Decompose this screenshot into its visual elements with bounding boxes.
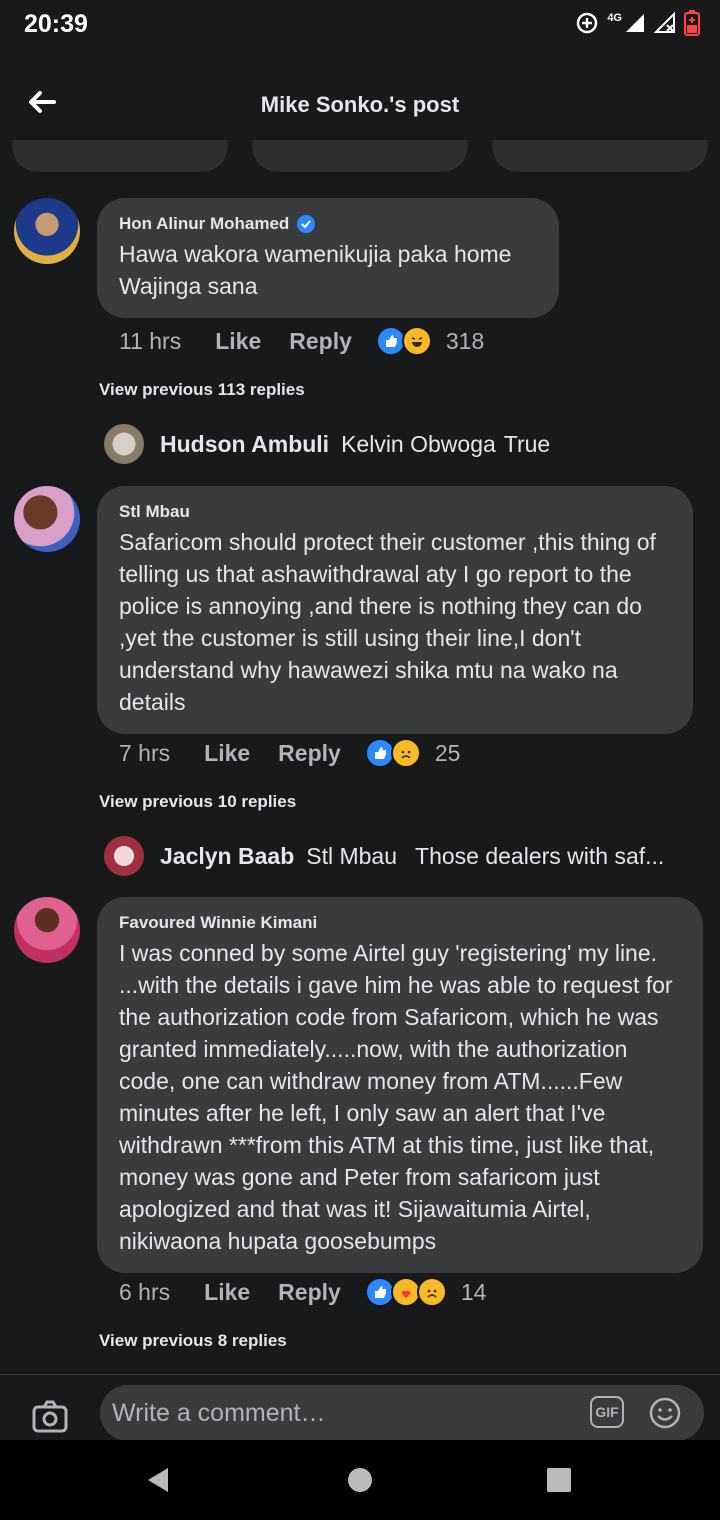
comment-bubble[interactable]: Favoured Winnie Kimani I was conned by s… xyxy=(97,897,703,1273)
reply-tag[interactable]: Stl Mbau xyxy=(306,843,397,870)
avatar[interactable] xyxy=(14,486,80,552)
comment-bubble[interactable]: Hon Alinur Mohamed Hawa wakora wamenikuj… xyxy=(97,198,559,318)
reaction-count[interactable]: 318 xyxy=(446,328,484,355)
comment-composer: Write a comment… GIF xyxy=(0,1374,720,1441)
reply-author-name[interactable]: Jaclyn Baab xyxy=(160,843,294,870)
emoji-icon[interactable] xyxy=(648,1396,682,1430)
comment-time[interactable]: 6 hrs xyxy=(119,1279,170,1306)
comment-actions: 6 hrs Like Reply 14 xyxy=(119,1277,486,1307)
page-title: Mike Sonko.'s post xyxy=(260,92,460,117)
battery-low-icon xyxy=(684,10,700,36)
reply-text: True xyxy=(503,430,551,457)
comment-author[interactable]: Favoured Winnie Kimani xyxy=(119,913,681,933)
reply-preview[interactable]: Jaclyn Baab Stl Mbau Those dealers with … xyxy=(104,836,664,876)
view-previous-replies[interactable]: View previous 8 replies xyxy=(99,1331,287,1351)
comment-author[interactable]: Hon Alinur Mohamed xyxy=(119,214,537,234)
reaction-icons[interactable] xyxy=(364,1277,447,1307)
reply-button[interactable]: Reply xyxy=(289,328,352,355)
reply-avatar[interactable] xyxy=(104,424,144,464)
camera-icon[interactable] xyxy=(30,1397,70,1437)
network-label: 4G xyxy=(607,12,622,24)
reply-preview[interactable]: Hudson Ambuli Kelvin Obwoga True xyxy=(104,424,550,464)
reply-text: Those dealers with saf... xyxy=(415,842,665,869)
post-header: Mike Sonko.'s post xyxy=(0,60,720,150)
status-time: 20:39 xyxy=(24,10,88,38)
view-previous-replies[interactable]: View previous 113 replies xyxy=(99,380,305,400)
nav-recents-icon[interactable] xyxy=(546,1467,572,1493)
comment-actions: 7 hrs Like Reply 25 xyxy=(119,738,460,768)
reaction-count[interactable]: 25 xyxy=(435,740,461,767)
verified-badge-icon xyxy=(297,215,316,233)
haha-reaction-icon xyxy=(401,326,432,356)
view-previous-replies[interactable]: View previous 10 replies xyxy=(99,792,296,812)
nav-back-icon[interactable] xyxy=(144,1466,172,1494)
like-pill[interactable] xyxy=(12,140,228,172)
signal-icon xyxy=(626,14,644,32)
sad-reaction-icon xyxy=(390,738,421,768)
comment-author-name[interactable]: Favoured Winnie Kimani xyxy=(119,913,317,933)
sad-reaction-icon xyxy=(416,1277,447,1307)
comment-text: I was conned by some Airtel guy 'registe… xyxy=(119,940,673,1254)
comment-actions: 11 hrs Like Reply 318 xyxy=(119,326,484,356)
reply-tag[interactable]: Kelvin Obwoga xyxy=(341,431,496,458)
reaction-icons[interactable] xyxy=(375,326,432,356)
post-action-pills xyxy=(12,140,708,174)
system-nav-bar xyxy=(0,1440,720,1520)
comment-text: Safaricom should protect their customer … xyxy=(119,529,656,715)
avatar[interactable] xyxy=(14,897,80,963)
avatar[interactable] xyxy=(14,198,80,264)
comment-pill[interactable] xyxy=(252,140,468,172)
like-button[interactable]: Like xyxy=(204,740,250,767)
comment-text: Hawa wakora wamenikujia paka home Wajing… xyxy=(119,241,512,299)
comment-author-name[interactable]: Hon Alinur Mohamed xyxy=(119,214,289,234)
comment-time[interactable]: 7 hrs xyxy=(119,740,170,767)
comment-time[interactable]: 11 hrs xyxy=(119,328,181,355)
nav-home-icon[interactable] xyxy=(346,1466,374,1494)
signal-no-sim-icon xyxy=(654,12,675,33)
share-pill[interactable] xyxy=(492,140,708,172)
like-button[interactable]: Like xyxy=(215,328,261,355)
comment-author[interactable]: Stl Mbau xyxy=(119,502,671,522)
comment-input[interactable]: Write a comment… GIF xyxy=(100,1385,704,1441)
reply-button[interactable]: Reply xyxy=(278,1279,341,1306)
like-button[interactable]: Like xyxy=(204,1279,250,1306)
comment-bubble[interactable]: Stl Mbau Safaricom should protect their … xyxy=(97,486,693,734)
status-icons: 4G xyxy=(575,10,700,36)
status-bar: 20:39 4G xyxy=(0,0,720,50)
gif-button[interactable]: GIF xyxy=(590,1396,624,1428)
comment-input-placeholder[interactable]: Write a comment… xyxy=(112,1399,325,1428)
reaction-icons[interactable] xyxy=(364,738,421,768)
reaction-count[interactable]: 14 xyxy=(461,1279,487,1306)
comment-author-name[interactable]: Stl Mbau xyxy=(119,502,190,522)
reply-avatar[interactable] xyxy=(104,836,144,876)
reply-author-name[interactable]: Hudson Ambuli xyxy=(160,431,329,458)
reply-button[interactable]: Reply xyxy=(278,740,341,767)
data-saver-icon xyxy=(577,12,598,34)
